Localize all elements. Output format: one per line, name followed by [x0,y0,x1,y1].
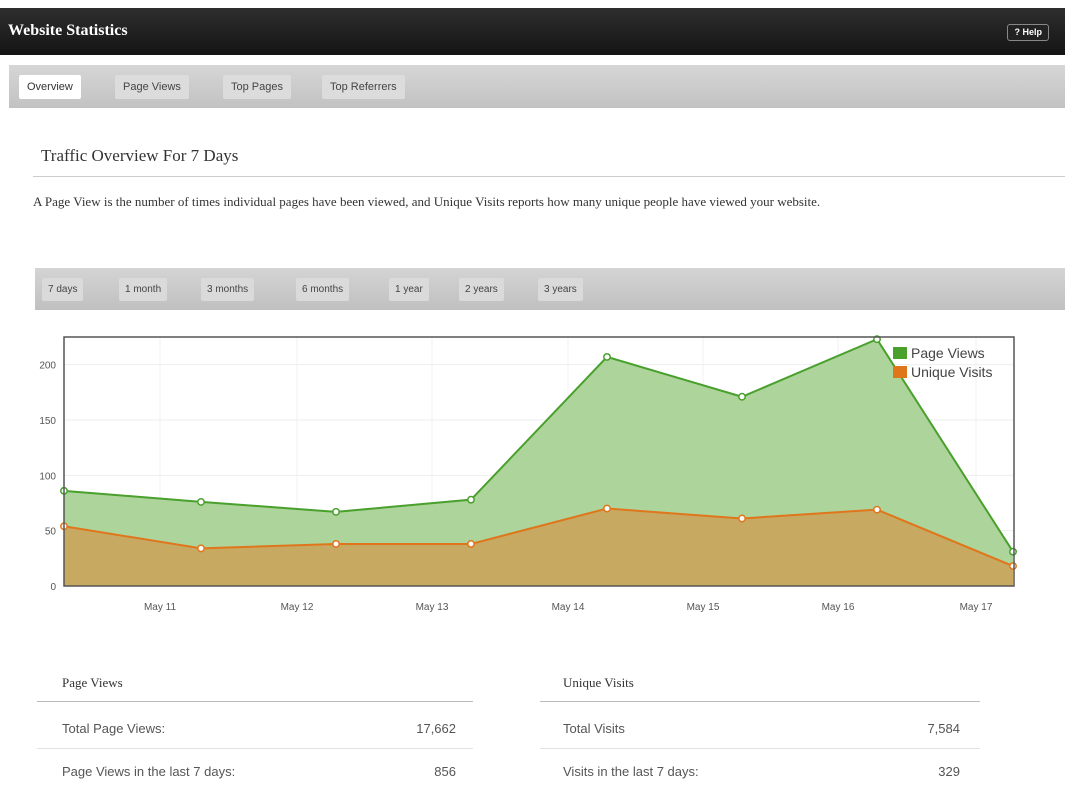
legend-label: Unique Visits [911,364,992,380]
x-tick-label: May 12 [281,602,314,613]
y-tick-label: 150 [39,416,56,427]
tab-overview[interactable]: Overview [19,75,81,99]
y-tick-label: 100 [39,471,56,482]
range-7-days[interactable]: 7 days [42,278,84,301]
range-3-years[interactable]: 3 years [538,278,583,301]
section-description: A Page View is the number of times indiv… [33,194,821,209]
top-bar: Website Statistics ? Help [0,8,1065,55]
help-button[interactable]: ? Help [1007,24,1049,41]
x-tick-label: May 13 [416,602,449,613]
range-3-months[interactable]: 3 months [201,278,255,301]
page-views-7days-label: Page Views in the last 7 days: [62,764,236,779]
legend-swatch [893,347,907,359]
total-page-views-value: 17,662 [416,721,456,736]
x-tick-label: May 15 [687,602,720,613]
tab-top-pages[interactable]: Top Pages [223,75,291,99]
divider [540,748,980,749]
total-visits-label: Total Visits [563,721,625,736]
chart-legend: Page Views Unique Visits [893,345,992,380]
point-page-views[interactable] [467,495,475,504]
x-tick-label: May 11 [144,602,176,613]
total-visits-value: 7,584 [927,721,960,736]
point-page-views[interactable] [1009,547,1017,556]
point-unique-visits[interactable] [603,504,611,513]
legend-swatch [893,366,907,378]
x-tick-label: May 16 [822,602,855,613]
page-views-7days-value: 856 [434,764,456,779]
y-tick-label: 200 [39,361,56,372]
range-1-month[interactable]: 1 month [119,278,168,301]
point-unique-visits[interactable] [873,505,881,514]
point-unique-visits[interactable] [197,544,205,553]
point-page-views[interactable] [738,392,746,401]
visits-7days-value: 329 [938,764,960,779]
legend-label: Page Views [911,345,985,361]
point-page-views[interactable] [603,352,611,361]
point-page-views[interactable] [197,497,205,506]
divider [540,701,980,702]
unique-visits-heading: Unique Visits [563,675,634,690]
visits-7days-label: Visits in the last 7 days: [563,764,699,779]
range-selector: 7 days 1 month 3 months 6 months 1 year … [35,268,1065,310]
point-unique-visits[interactable] [332,539,340,548]
point-unique-visits[interactable] [1009,562,1017,571]
tab-top-referrers[interactable]: Top Referrers [322,75,405,99]
range-6-months[interactable]: 6 months [296,278,350,301]
point-unique-visits[interactable] [467,539,475,548]
range-1-year[interactable]: 1 year [389,278,429,301]
total-page-views-label: Total Page Views: [62,721,166,736]
tab-bar: Overview Page Views Top Pages Top Referr… [9,65,1065,108]
range-2-years[interactable]: 2 years [459,278,504,301]
divider [33,176,1065,177]
divider [37,748,473,749]
divider [37,701,473,702]
x-tick-label: May 14 [552,602,585,613]
point-page-views[interactable] [332,507,340,516]
traffic-chart: 0 50 100 150 200 May 11 May 12 May 13 May 14 May … [39,335,1017,613]
page-views-heading: Page Views [62,675,123,690]
y-tick-label: 50 [45,527,57,538]
tab-page-views[interactable]: Page Views [115,75,189,99]
point-unique-visits[interactable] [738,514,746,523]
page-title: Website Statistics [8,22,128,39]
x-tick-label: May 17 [960,602,993,613]
section-title: Traffic Overview For 7 Days [41,146,239,165]
y-tick-label: 0 [50,582,56,593]
